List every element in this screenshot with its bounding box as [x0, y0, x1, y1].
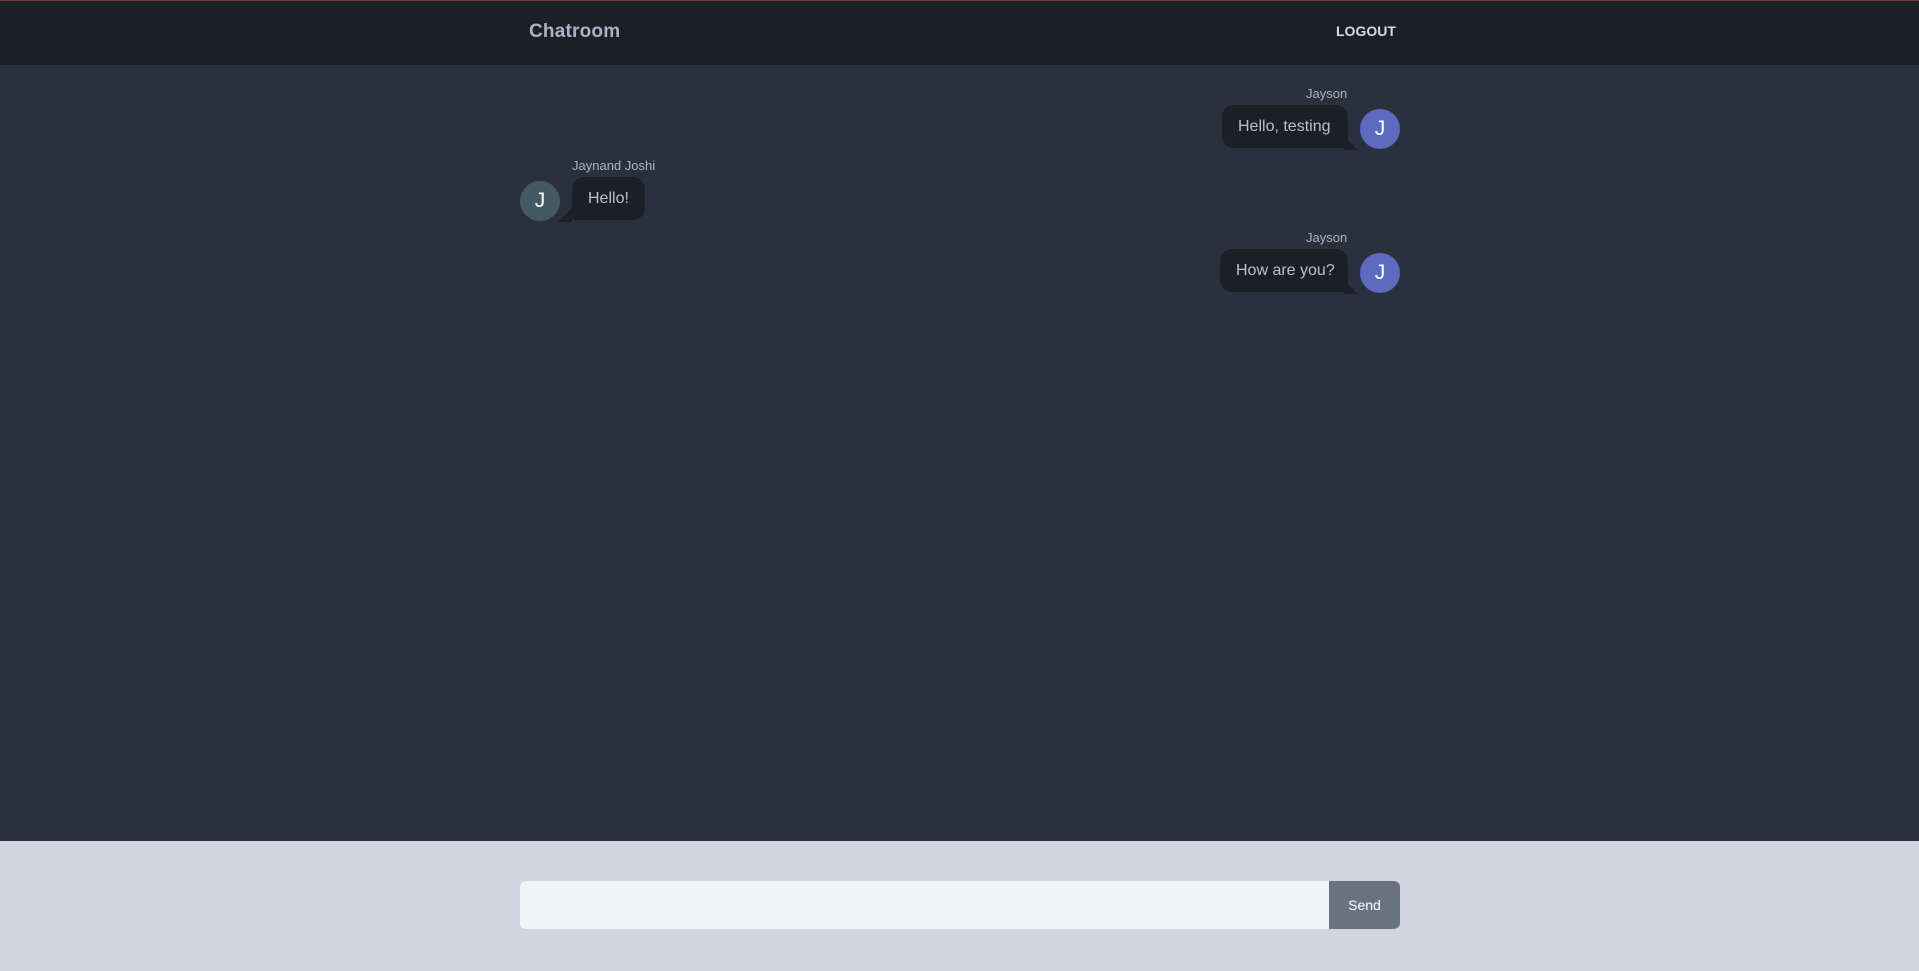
message-bubble: Hello!	[572, 177, 645, 220]
message-bubble: How are you?	[1220, 249, 1348, 292]
message-bubble: Hello, testing	[1222, 105, 1348, 148]
chat-messages-area[interactable]: Jayson Hello, testing J Jaynand Joshi J …	[0, 65, 1919, 841]
navbar: Chatroom LOGOUT	[0, 1, 1919, 65]
avatar: J	[520, 181, 560, 221]
avatar: J	[1360, 109, 1400, 149]
logout-link[interactable]: LOGOUT	[1336, 23, 1396, 39]
message-sender: Jaynand Joshi	[572, 158, 656, 173]
brand-title[interactable]: Chatroom	[529, 21, 620, 43]
avatar: J	[1360, 253, 1400, 293]
message-input[interactable]	[520, 881, 1330, 929]
send-button[interactable]: Send	[1329, 881, 1400, 929]
message-sender: Jayson	[1306, 230, 1348, 245]
message-sender: Jayson	[1306, 86, 1348, 101]
composer-bar: Send	[0, 841, 1919, 971]
bubble-tail	[558, 208, 572, 222]
